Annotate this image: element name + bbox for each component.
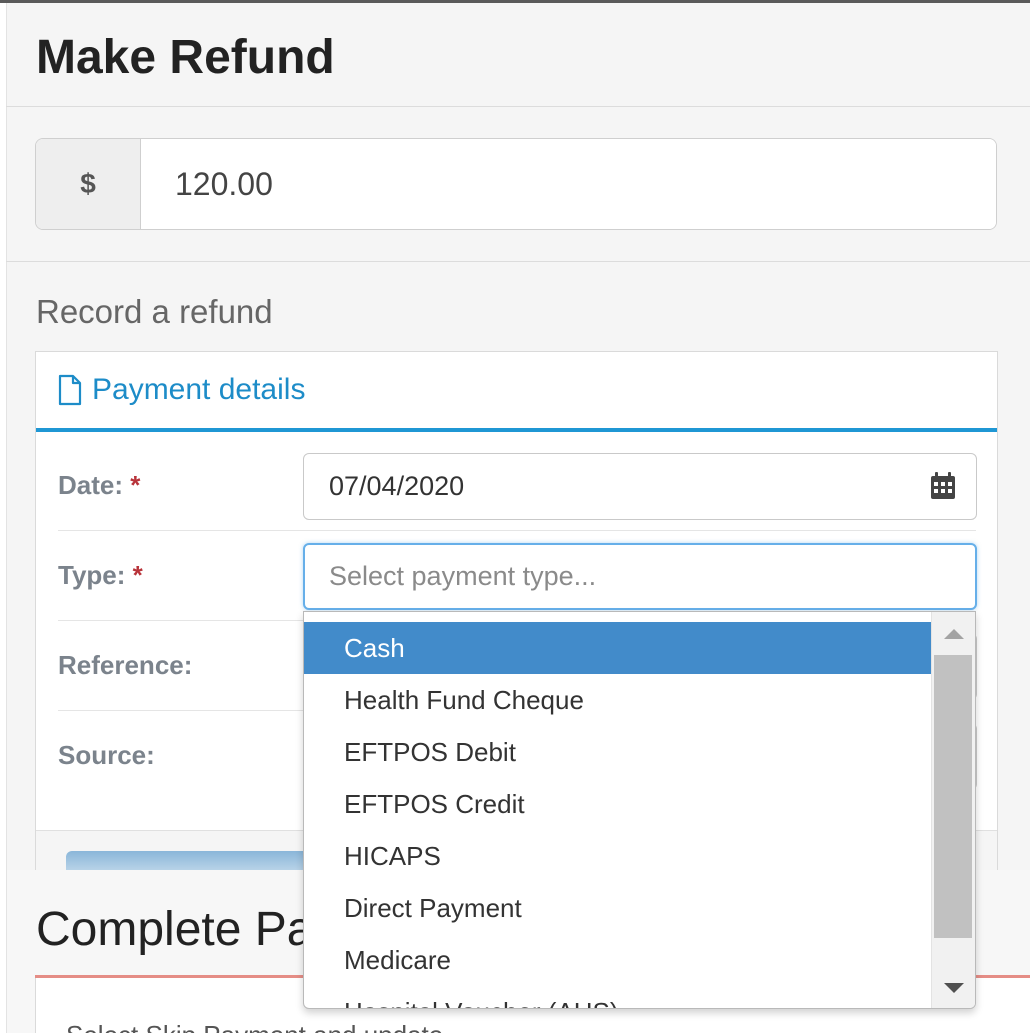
dropdown-option-eftpos-credit[interactable]: EFTPOS Credit [304,778,932,830]
required-marker: * [130,470,141,500]
dropdown-option-health-fund-cheque[interactable]: Health Fund Cheque [304,674,932,726]
payment-type-options: Cash Health Fund Cheque EFTPOS Debit EFT… [304,622,932,1009]
date-label-text: Date: [58,470,124,500]
complete-payment-title: Complete Payment [36,903,306,956]
payment-details-header[interactable]: Payment details [36,352,997,432]
reference-label: Reference: [58,650,193,680]
scrollbar-thumb[interactable] [934,655,972,938]
payment-type-select[interactable]: Select payment type... [303,543,977,610]
divider [6,106,1030,107]
dropdown-option-eftpos-debit[interactable]: EFTPOS Debit [304,726,932,778]
payment-details-title: Payment details [92,373,306,406]
payment-type-dropdown[interactable]: Cash Health Fund Cheque EFTPOS Debit EFT… [303,611,976,1009]
amount-input-group: $ [35,138,997,230]
dropdown-scrollbar[interactable] [931,612,975,1008]
page-title: Make Refund [36,31,335,84]
type-label: Type: * [58,560,143,591]
dropdown-option-hicaps[interactable]: HICAPS [304,830,932,882]
dropdown-option-direct-payment[interactable]: Direct Payment [304,882,932,934]
date-label: Date: * [58,470,140,501]
source-label: Source: [58,740,155,770]
amount-input[interactable] [141,139,996,229]
scroll-up-arrow-icon[interactable] [944,629,964,639]
payment-type-placeholder: Select payment type... [329,561,597,591]
date-field[interactable]: 07/04/2020 [303,453,977,520]
dropdown-option-cash[interactable]: Cash [304,622,932,674]
record-refund-heading: Record a refund [36,293,273,330]
currency-addon: $ [36,139,141,229]
scroll-down-arrow-icon[interactable] [944,983,964,993]
type-label-text: Type: [58,560,126,590]
complete-payment-hint: Select Skip Payment and update [66,1020,443,1033]
dropdown-option-medicare[interactable]: Medicare [304,934,932,986]
file-icon [58,374,82,406]
divider [6,261,1030,262]
dropdown-option-hospital-voucher[interactable]: Hospital Voucher (AHS) [304,986,932,1009]
required-marker: * [132,560,143,590]
row-divider [58,530,976,531]
date-value: 07/04/2020 [329,471,465,501]
calendar-icon[interactable] [930,472,956,500]
